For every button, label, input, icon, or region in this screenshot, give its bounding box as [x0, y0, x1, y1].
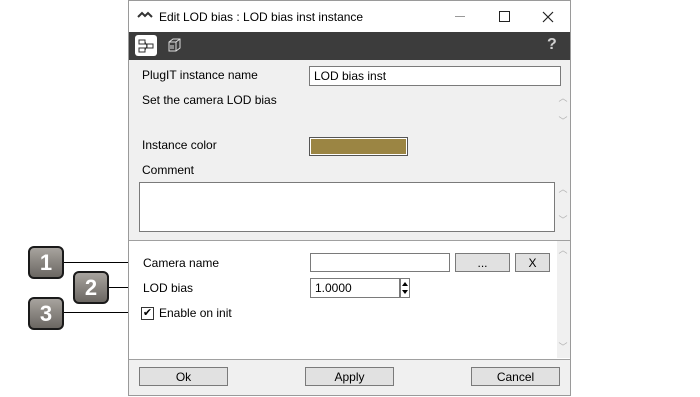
scroll-up-icon[interactable]: ︿ — [557, 246, 569, 255]
close-icon — [542, 11, 554, 22]
cancel-button[interactable]: Cancel — [471, 367, 560, 386]
scroll-down-icon[interactable]: ﹀ — [557, 343, 569, 352]
node-tree-icon — [138, 39, 154, 52]
lod-bias-stepper[interactable] — [400, 278, 410, 298]
lod-bias-input[interactable]: 1.0000 — [310, 278, 400, 298]
scroll-down-icon[interactable]: ﹀ — [557, 117, 569, 126]
parameters-scrollbar[interactable]: ︿ ﹀ — [557, 241, 570, 358]
comment-label: Comment — [142, 163, 195, 177]
camera-name-label: Camera name — [143, 256, 220, 270]
comment-textarea[interactable] — [139, 182, 555, 232]
callout-3: 3 — [28, 297, 64, 330]
ok-button[interactable]: Ok — [139, 367, 228, 386]
instance-name-label: PlugIT instance name — [142, 68, 258, 82]
comment-scrollbar[interactable]: ︿ ﹀ — [557, 182, 570, 232]
apply-button[interactable]: Apply — [305, 367, 394, 386]
toolbar: ? — [129, 32, 570, 60]
browse-camera-button[interactable]: ... — [455, 253, 510, 272]
enable-on-init-checkbox[interactable]: ✔ — [141, 307, 154, 320]
minimize-icon — [455, 15, 465, 17]
parameters-panel: Camera name ... X LOD bias 1.0000 ✔ Enab… — [129, 240, 570, 360]
clear-camera-button[interactable]: X — [515, 253, 550, 272]
lod-bias-label: LOD bias — [143, 281, 194, 295]
stepper-arrows-icon — [402, 282, 408, 294]
close-button[interactable] — [526, 1, 570, 32]
callout-2: 2 — [73, 271, 109, 304]
cube-icon — [168, 38, 181, 52]
maximize-button[interactable] — [482, 1, 526, 32]
app-icon — [137, 11, 153, 18]
instance-name-input[interactable]: LOD bias inst — [309, 66, 561, 86]
instance-color-swatch[interactable] — [309, 137, 408, 156]
edit-dialog: Edit LOD bias : LOD bias inst instance ?… — [128, 0, 571, 396]
instance-color-fill — [311, 139, 406, 154]
enable-on-init-label: Enable on init — [159, 306, 232, 320]
callout-1: 1 — [28, 246, 64, 279]
checkmark-icon: ✔ — [142, 307, 153, 319]
minimize-button[interactable] — [438, 1, 482, 32]
description-scrollbar[interactable]: ︿ ﹀ — [557, 92, 570, 132]
camera-name-input[interactable] — [310, 253, 450, 272]
title-bar[interactable]: Edit LOD bias : LOD bias inst instance — [129, 1, 570, 32]
maximize-icon — [498, 11, 510, 22]
window-title: Edit LOD bias : LOD bias inst instance — [159, 10, 364, 24]
instance-color-label: Instance color — [142, 138, 217, 152]
tab-parameters[interactable] — [163, 35, 185, 56]
help-icon[interactable]: ? — [547, 36, 557, 54]
scroll-up-icon[interactable]: ︿ — [557, 185, 569, 194]
tab-general[interactable] — [135, 35, 157, 56]
scroll-down-icon[interactable]: ﹀ — [557, 216, 569, 225]
description-text: Set the camera LOD bias — [142, 93, 277, 107]
scroll-up-icon[interactable]: ︿ — [557, 94, 569, 103]
